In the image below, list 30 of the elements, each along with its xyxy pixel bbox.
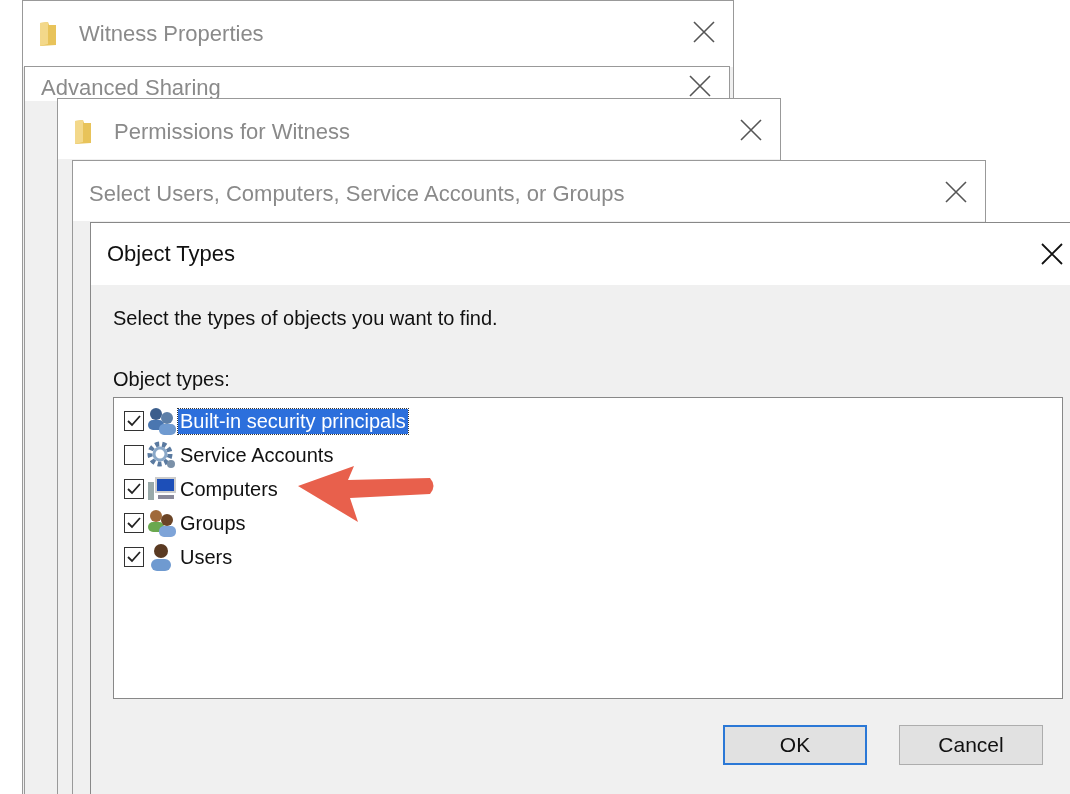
people-icon [146,406,178,436]
close-icon[interactable] [689,75,711,97]
checkbox[interactable] [124,513,144,533]
list-item[interactable]: Groups [178,510,248,536]
object-types-list[interactable]: Built-in security principals Service Accounts Computers Groups Users [113,397,1063,699]
ok-button[interactable]: OK [723,725,867,765]
close-icon[interactable] [1041,243,1063,265]
checkbox[interactable] [124,547,144,567]
people-icon [146,508,178,538]
list-item[interactable]: Users [178,544,235,570]
list-item[interactable]: Service Accounts [178,442,336,468]
checkbox[interactable] [124,479,144,499]
instruction-text: Select the types of objects you want to find. [113,307,499,330]
close-icon[interactable] [693,21,715,43]
cancel-button[interactable]: Cancel [899,725,1043,765]
folder-icon [74,119,92,145]
list-label: Object types: [113,368,231,391]
window-title: Witness Properties [79,21,265,47]
close-icon[interactable] [945,181,967,203]
close-icon[interactable] [740,119,762,141]
list-item[interactable]: Built-in security principals [178,408,408,434]
list-item[interactable]: Computers [178,476,280,502]
checkbox[interactable] [124,411,144,431]
gear-icon [146,440,178,470]
folder-icon [39,21,57,47]
window-title: Permissions for Witness [114,119,351,145]
dialog-title: Object Types [107,241,235,267]
checkbox[interactable] [124,445,144,465]
window-title: Select Users, Computers, Service Accounts, or Groups [89,181,626,207]
window-title: Advanced Sharing [41,75,222,101]
